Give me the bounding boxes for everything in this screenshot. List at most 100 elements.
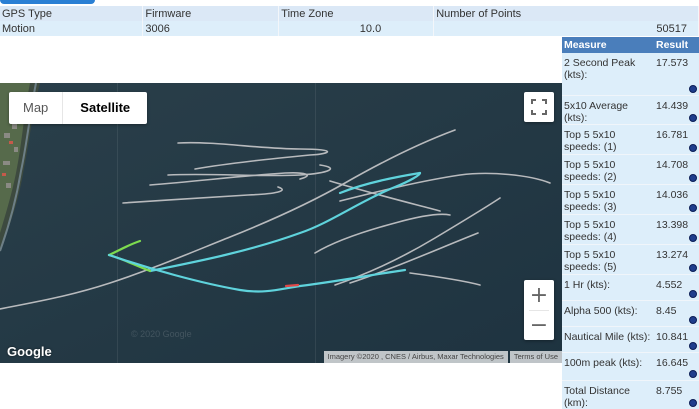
globe-icon[interactable] bbox=[689, 173, 697, 182]
session-info-value-row: Motion 3006 10.0 50517 bbox=[0, 21, 699, 36]
session-info-header-row: GPS Type Firmware Time Zone Number of Po… bbox=[0, 6, 699, 21]
zoom-in-button[interactable]: + bbox=[524, 280, 554, 310]
results-header-row: Measure Result bbox=[562, 37, 699, 53]
measure-value: 13.274 bbox=[654, 244, 699, 275]
measure-label: Top 5 5x10 speeds: (4) bbox=[562, 214, 654, 245]
map-view[interactable]: Map Satellite + − © 2020 Google Google I… bbox=[0, 83, 562, 363]
track-segment-red bbox=[284, 283, 300, 288]
measure-value-text: 4.552 bbox=[656, 278, 683, 291]
results-row: 100m peak (kts): 16.645 bbox=[562, 352, 699, 381]
track-segment-cyan bbox=[107, 253, 407, 293]
measure-label: Top 5 5x10 speeds: (5) bbox=[562, 244, 654, 275]
measure-value-text: 16.645 bbox=[656, 356, 689, 369]
fullscreen-icon bbox=[531, 99, 547, 115]
results-row: Alpha 500 (kts): 8.45 bbox=[562, 300, 699, 327]
results-row: Total Distance (km): 8.755 bbox=[562, 380, 699, 409]
measure-label: Top 5 5x10 speeds: (1) bbox=[562, 124, 654, 155]
measure-value: 8.755 bbox=[654, 380, 699, 409]
measure-value-text: 14.036 bbox=[656, 188, 689, 201]
globe-icon[interactable] bbox=[689, 369, 697, 378]
globe-icon[interactable] bbox=[689, 315, 697, 324]
globe-icon[interactable] bbox=[689, 289, 697, 298]
terms-of-use-link[interactable]: Terms of Use bbox=[509, 351, 562, 363]
track-segment-gray bbox=[409, 272, 481, 286]
globe-icon[interactable] bbox=[689, 233, 697, 242]
measure-value-text: 14.439 bbox=[656, 99, 689, 112]
measure-value: 4.552 bbox=[654, 274, 699, 301]
results-header-result: Result bbox=[654, 37, 699, 53]
satellite-tab[interactable]: Satellite bbox=[62, 92, 147, 124]
results-row: Top 5 5x10 speeds: (1) 16.781 bbox=[562, 124, 699, 155]
globe-icon[interactable] bbox=[689, 203, 697, 212]
results-row: 1 Hr (kts): 4.552 bbox=[562, 274, 699, 301]
measure-value-text: 14.708 bbox=[656, 158, 689, 171]
value-number-of-points: 50517 bbox=[433, 21, 699, 36]
top-tab-indicator[interactable] bbox=[0, 0, 95, 4]
track-segment-green bbox=[107, 239, 142, 257]
measure-label: 100m peak (kts): bbox=[562, 352, 654, 381]
session-info-table: GPS Type Firmware Time Zone Number of Po… bbox=[0, 6, 699, 36]
measure-value-text: 13.274 bbox=[656, 248, 689, 261]
globe-icon[interactable] bbox=[689, 113, 697, 122]
track-segment-gray bbox=[314, 213, 451, 254]
map-attribution: Imagery ©2020 , CNES / Airbus, Maxar Tec… bbox=[323, 351, 562, 363]
measure-label: Top 5 5x10 speeds: (3) bbox=[562, 184, 654, 215]
results-row: 2 Second Peak (kts): 17.573 bbox=[562, 53, 699, 96]
measure-label: 5x10 Average (kts): bbox=[562, 95, 654, 125]
value-firmware: 3006 bbox=[142, 21, 280, 36]
measure-value-text: 8.45 bbox=[656, 304, 677, 317]
value-gps-type: Motion bbox=[0, 21, 144, 36]
measure-value: 14.708 bbox=[654, 154, 699, 185]
measure-value: 8.45 bbox=[654, 300, 699, 327]
measure-value-text: 17.573 bbox=[656, 57, 689, 69]
fullscreen-button[interactable] bbox=[524, 92, 554, 122]
imagery-credit: Imagery ©2020 , CNES / Airbus, Maxar Tec… bbox=[323, 351, 508, 363]
map-watermark: © 2020 Google bbox=[131, 329, 192, 339]
track-segment-gray bbox=[0, 129, 456, 310]
header-number-of-points: Number of Points bbox=[433, 6, 699, 21]
results-row: 5x10 Average (kts): 14.439 bbox=[562, 95, 699, 125]
map-type-toggle: Map Satellite bbox=[9, 92, 148, 124]
globe-icon[interactable] bbox=[689, 143, 697, 152]
globe-icon[interactable] bbox=[689, 84, 697, 93]
globe-icon[interactable] bbox=[689, 341, 697, 350]
track-segment-gray bbox=[329, 180, 441, 212]
measure-value-text: 10.841 bbox=[656, 330, 689, 343]
header-gps-type: GPS Type bbox=[0, 6, 144, 21]
results-row: Top 5 5x10 speeds: (3) 14.036 bbox=[562, 184, 699, 215]
measure-label: Alpha 500 (kts): bbox=[562, 300, 654, 327]
measure-label: 2 Second Peak (kts): bbox=[562, 53, 654, 96]
measure-value: 16.781 bbox=[654, 124, 699, 155]
measure-value: 14.036 bbox=[654, 184, 699, 215]
results-row: Nautical Mile (kts): 10.841 bbox=[562, 326, 699, 353]
results-row: Top 5 5x10 speeds: (5) 13.274 bbox=[562, 244, 699, 275]
globe-icon[interactable] bbox=[689, 263, 697, 272]
value-time-zone: 10.0 bbox=[278, 21, 435, 36]
track-segment-gray bbox=[122, 186, 283, 204]
track-segment-gray bbox=[334, 197, 501, 286]
measure-value: 17.573 bbox=[654, 53, 699, 96]
measure-value-text: 13.398 bbox=[656, 218, 689, 231]
measure-value: 16.645 bbox=[654, 352, 699, 381]
zoom-out-button[interactable]: − bbox=[524, 310, 554, 340]
google-logo: Google bbox=[7, 344, 52, 359]
measure-value-text: 16.781 bbox=[656, 128, 689, 141]
measure-label: Top 5 5x10 speeds: (2) bbox=[562, 154, 654, 185]
measure-label: Total Distance (km): bbox=[562, 380, 654, 409]
zoom-controls: + − bbox=[524, 280, 554, 340]
measure-label: 1 Hr (kts): bbox=[562, 274, 654, 301]
measure-label: Nautical Mile (kts): bbox=[562, 326, 654, 353]
gps-track bbox=[0, 129, 551, 310]
measure-value-text: 8.755 bbox=[656, 384, 683, 397]
track-segment-gray bbox=[177, 141, 329, 170]
measure-value: 14.439 bbox=[654, 95, 699, 125]
zoom-divider bbox=[529, 310, 549, 311]
results-row: Top 5 5x10 speeds: (2) 14.708 bbox=[562, 154, 699, 185]
results-header-measure: Measure bbox=[562, 37, 654, 53]
header-firmware: Firmware bbox=[142, 6, 280, 21]
globe-icon[interactable] bbox=[689, 398, 697, 407]
track-segment-cyan bbox=[338, 171, 422, 195]
track-segment-cyan bbox=[148, 171, 422, 273]
map-tab[interactable]: Map bbox=[9, 92, 62, 124]
measure-value: 10.841 bbox=[654, 326, 699, 353]
